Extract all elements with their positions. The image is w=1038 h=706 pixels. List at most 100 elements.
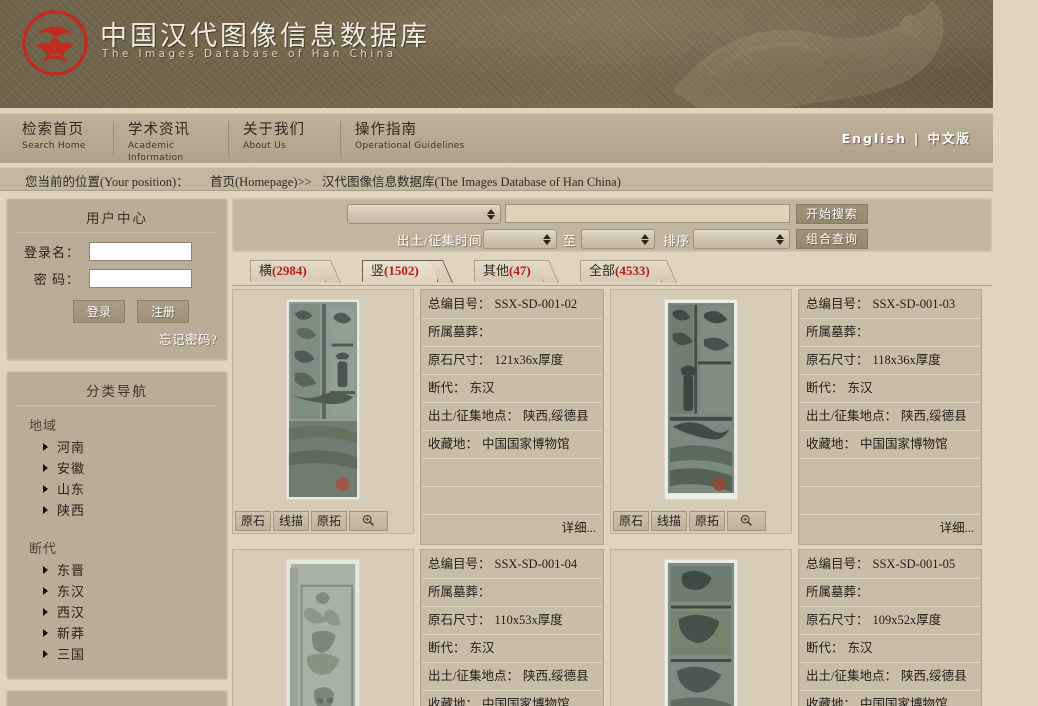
category-item-label: 东晋: [57, 560, 85, 579]
thumbnail-container: 原石 线描 原拓: [232, 549, 414, 706]
triangle-right-icon: [43, 566, 48, 574]
record-thumbnail[interactable]: [664, 559, 738, 706]
nav-item-search-home[interactable]: 检索首页 Search Home: [8, 121, 113, 157]
triangle-right-icon: [43, 608, 48, 616]
triangle-right-icon: [43, 464, 48, 472]
sort-label: 排序: [663, 230, 690, 249]
view-line-drawing-button[interactable]: 线描: [651, 511, 687, 531]
field-value: SSX-SD-001-04: [495, 557, 578, 571]
sidebar: 用户中心 登录名： 密 码： 登录 注册 忘记密码? 分类导航 地域 河南: [6, 198, 228, 706]
time-to-select[interactable]: [581, 229, 655, 249]
info-row-catalog: 总编目号：SSX-SD-001-02: [422, 291, 602, 319]
field-value: 东汉: [470, 641, 495, 655]
record-thumbnail[interactable]: [286, 299, 360, 500]
detail-link[interactable]: 详细...: [940, 521, 974, 535]
thumbnail-container: 原石 线描 原拓: [610, 289, 792, 534]
thumbnail-view-buttons: 原石 线描 原拓: [613, 511, 766, 531]
category-item-eastern-han[interactable]: 东汉: [43, 581, 217, 600]
search-keyword-input[interactable]: [505, 204, 790, 223]
password-row: 密 码：: [17, 269, 217, 288]
combo-query-button[interactable]: 组合查询: [796, 229, 868, 249]
view-rubbing-button[interactable]: 原拓: [689, 511, 725, 531]
breadcrumb: 您当前的位置(Your position)： 首页(Homepage)>> 汉代…: [0, 167, 993, 191]
view-original-stone-button[interactable]: 原石: [235, 511, 271, 531]
tab-count: (4533): [615, 263, 650, 278]
sort-select[interactable]: [693, 229, 790, 249]
record-thumbnail[interactable]: [286, 559, 360, 706]
site-banner: 中国汉代图像信息数据库 The Images Database of Han C…: [0, 0, 993, 108]
info-row-blank: [422, 459, 602, 487]
triangle-right-icon: [43, 650, 48, 658]
record-thumbnail[interactable]: [664, 299, 738, 500]
tabs-baseline: [232, 285, 992, 286]
nav-label-en: Operational Guidelines: [355, 140, 465, 152]
category-item-shandong[interactable]: 山东: [43, 479, 217, 498]
tab-label: 全部: [589, 263, 615, 278]
excavation-time-label: 出土/征集时间: [397, 230, 482, 249]
category-item-eastern-jin[interactable]: 东晋: [43, 560, 217, 579]
lang-english-link[interactable]: English: [842, 131, 907, 146]
field-label: 出土/征集地点：: [428, 669, 519, 683]
info-row-tomb: 所属墓葬：: [800, 579, 980, 607]
field-value: 东汉: [470, 381, 495, 395]
category-item-label: 西汉: [57, 602, 85, 621]
result-card: 原石 线描 原拓: [232, 549, 604, 706]
info-row-collection: 收藏地：中国国家博物馆: [800, 431, 980, 459]
nav-item-about-us[interactable]: 关于我们 About Us: [228, 121, 333, 157]
info-row-tomb: 所属墓葬：: [422, 579, 602, 607]
search-field-select[interactable]: [347, 204, 501, 224]
field-value: 东汉: [848, 381, 873, 395]
field-label: 收藏地：: [428, 437, 478, 451]
time-from-select[interactable]: [483, 229, 557, 249]
lang-separator: |: [914, 131, 921, 146]
magnifier-plus-icon: [362, 514, 375, 527]
field-label: 总编目号：: [806, 297, 869, 311]
zoom-image-button[interactable]: [727, 511, 766, 531]
view-rubbing-button[interactable]: 原拓: [311, 511, 347, 531]
forgot-password-link[interactable]: 忘记密码?: [17, 329, 217, 348]
category-navigation-panel: 分类导航 地域 河南 安徽 山东 陕西 断代 东晋: [6, 371, 228, 680]
banner-dragon-watermark: [653, 0, 983, 108]
tab-all[interactable]: 全部(4533): [580, 260, 662, 282]
detail-link[interactable]: 详细...: [562, 521, 596, 535]
login-button[interactable]: 登录: [73, 300, 125, 323]
username-row: 登录名：: [17, 242, 217, 261]
tab-vertical[interactable]: 竖(1502): [362, 260, 438, 282]
breadcrumb-current[interactable]: 汉代图像信息数据库(The Images Database of Han Chi…: [322, 171, 621, 190]
lang-chinese-link[interactable]: 中文版: [927, 131, 971, 146]
field-label: 收藏地：: [806, 437, 856, 451]
field-label: 所属墓葬：: [806, 585, 869, 599]
register-button[interactable]: 注册: [137, 300, 189, 323]
record-info-table: 总编目号：SSX-SD-001-04 所属墓葬： 原石尺寸：110x53x厚度 …: [420, 549, 604, 706]
category-item-label: 河南: [57, 437, 85, 456]
username-input[interactable]: [89, 242, 192, 261]
page-root: 中国汉代图像信息数据库 The Images Database of Han C…: [0, 0, 1038, 706]
category-item-anhui[interactable]: 安徽: [43, 458, 217, 477]
view-original-stone-button[interactable]: 原石: [613, 511, 649, 531]
nav-item-operational-guidelines[interactable]: 操作指南 Operational Guidelines: [340, 121, 465, 157]
han-stone-relief-photo-vertical: [287, 560, 359, 706]
field-label: 断代：: [806, 641, 844, 655]
tab-other[interactable]: 其他(47): [474, 260, 544, 282]
info-row-period: 断代：东汉: [800, 375, 980, 403]
tab-horizontal[interactable]: 横(2984): [250, 260, 326, 282]
password-input[interactable]: [89, 269, 192, 288]
view-line-drawing-button[interactable]: 线描: [273, 511, 309, 531]
nav-item-academic-information[interactable]: 学术资讯 Academic Information: [113, 121, 219, 157]
breadcrumb-home-link[interactable]: 首页(Homepage)>>: [210, 171, 312, 190]
category-item-henan[interactable]: 河南: [43, 437, 217, 456]
field-value: 109x52x厚度: [873, 613, 942, 627]
info-row-period: 断代：东汉: [422, 635, 602, 663]
field-label: 原石尺寸：: [428, 353, 491, 367]
zoom-image-button[interactable]: [349, 511, 388, 531]
category-item-three-kingdoms[interactable]: 三国: [43, 644, 217, 663]
category-item-western-han[interactable]: 西汉: [43, 602, 217, 621]
field-label: 总编目号：: [806, 557, 869, 571]
category-item-xin-mang[interactable]: 新莽: [43, 623, 217, 642]
field-label: 出土/征集地点：: [428, 409, 519, 423]
start-search-button[interactable]: 开始搜索: [796, 204, 868, 224]
category-item-shaanxi[interactable]: 陕西: [43, 500, 217, 519]
info-row-blank: [422, 487, 602, 515]
tab-label: 横: [259, 263, 272, 278]
category-group-period-title: 断代: [29, 538, 217, 557]
